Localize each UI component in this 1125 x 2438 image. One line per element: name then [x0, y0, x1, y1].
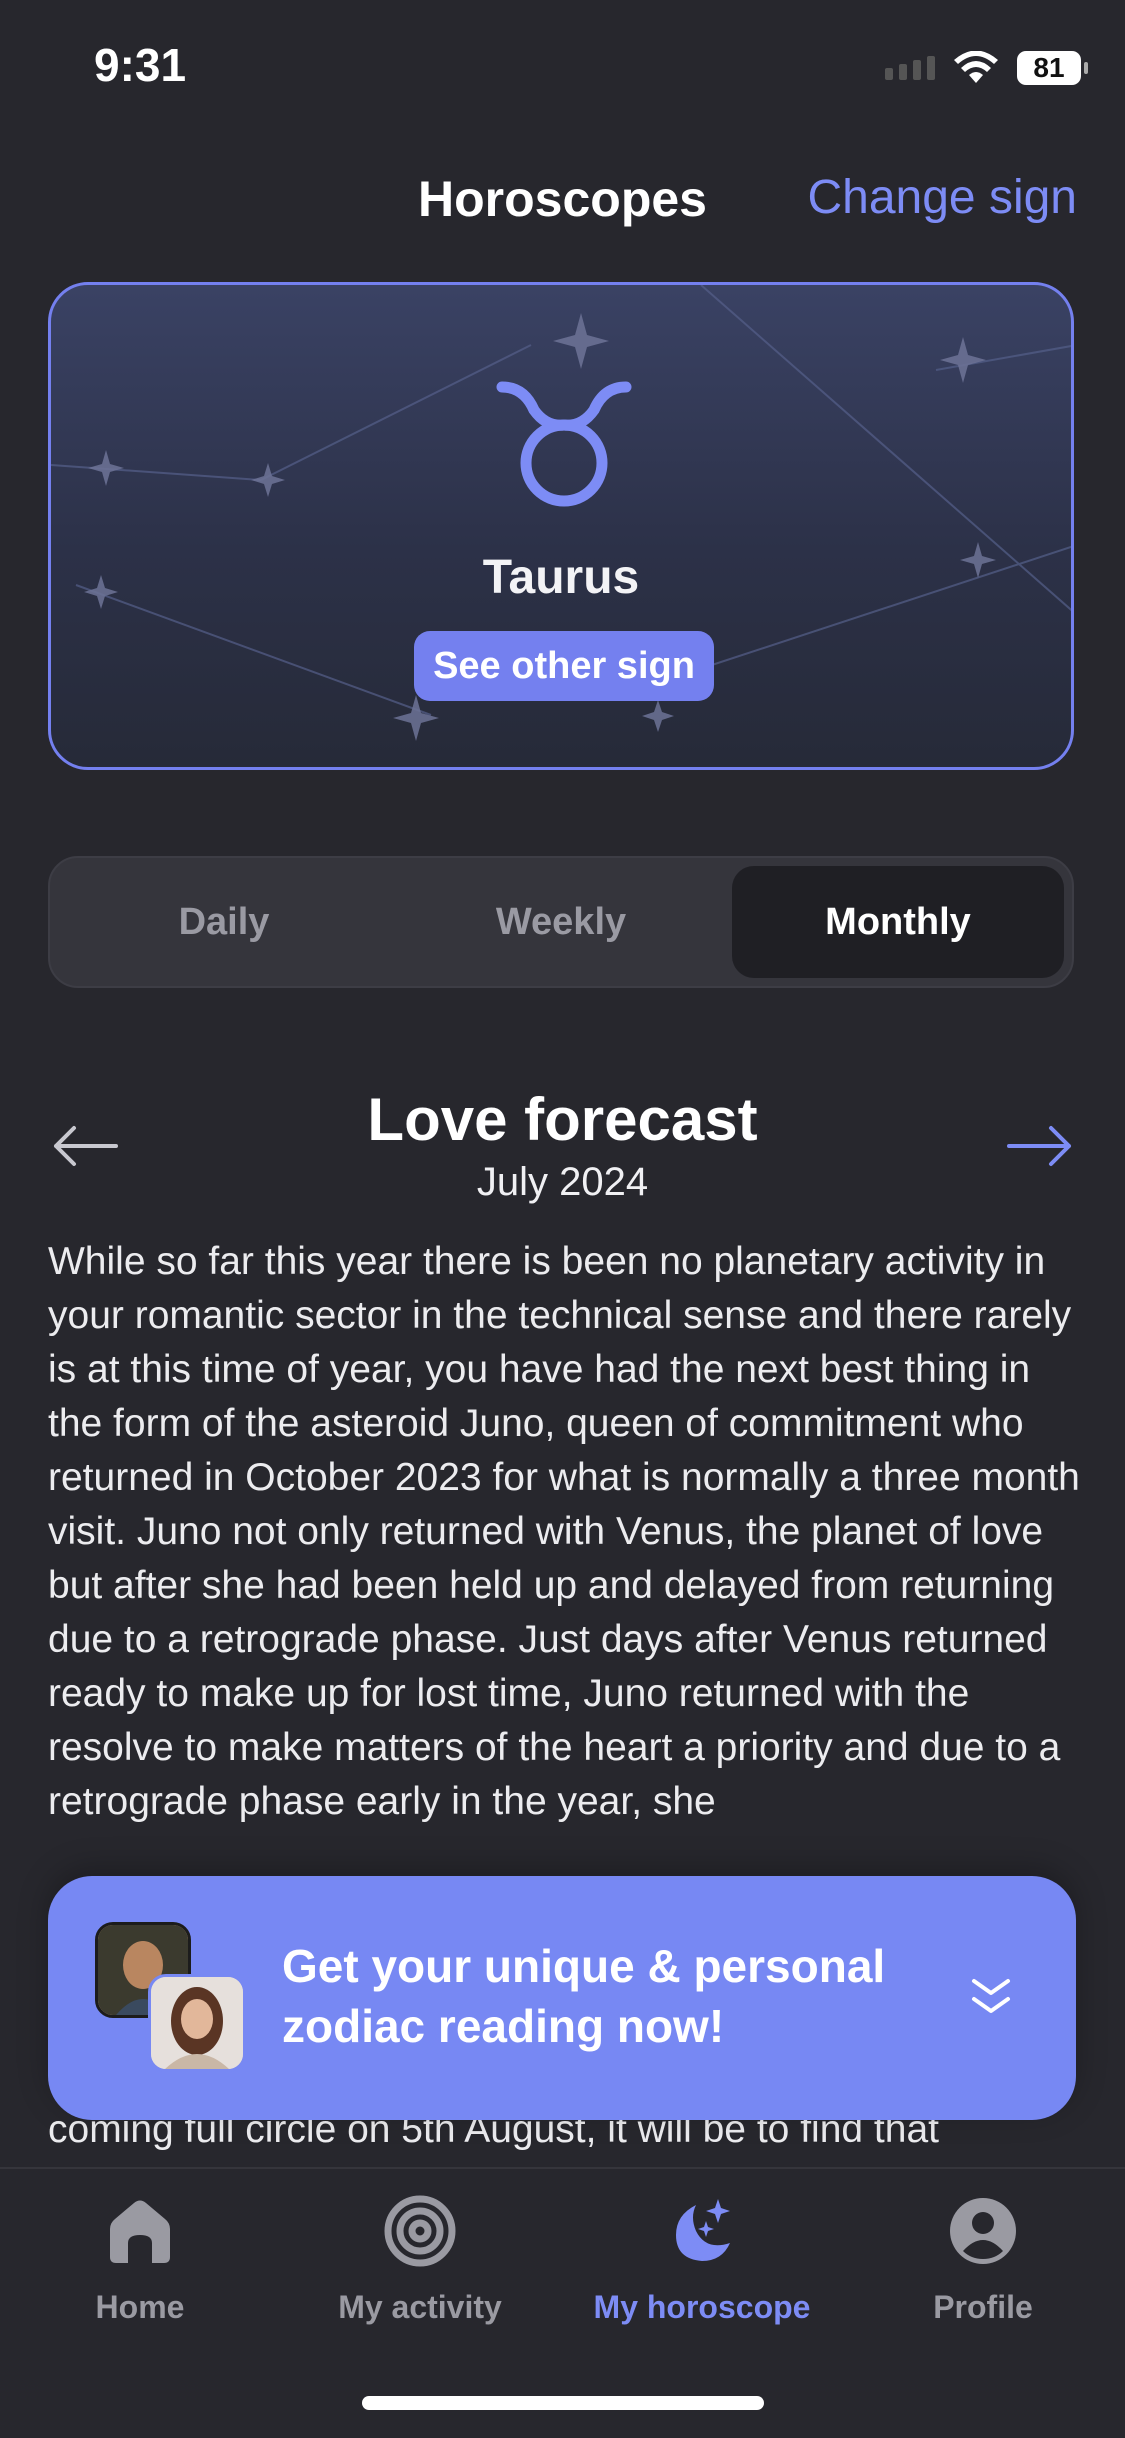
nav-item-my-activity[interactable]: My activity — [300, 2195, 540, 2326]
tab-weekly[interactable]: Weekly — [395, 866, 727, 978]
sign-card: Taurus See other sign — [48, 282, 1074, 770]
change-sign-link[interactable]: Change sign — [807, 170, 1077, 225]
moon-stars-icon — [676, 2199, 730, 2261]
chevron-double-down-icon[interactable] — [966, 1971, 1016, 2021]
period-tabs: Daily Weekly Monthly — [48, 856, 1074, 988]
home-indicator — [362, 2396, 764, 2410]
spiral-icon — [384, 2195, 456, 2267]
cellular-signal-icon — [885, 56, 935, 80]
wifi-icon — [954, 51, 998, 83]
tab-daily[interactable]: Daily — [58, 866, 390, 978]
forecast-date: July 2024 — [476, 1160, 649, 1204]
arrow-right-icon[interactable] — [1005, 1124, 1075, 1168]
battery-icon: 81 — [1017, 51, 1088, 85]
tab-monthly[interactable]: Monthly — [732, 866, 1064, 978]
avatar — [148, 1974, 246, 2072]
promo-text: Get your unique & personal zodiac readin… — [282, 1940, 886, 2052]
see-other-sign-button[interactable]: See other sign — [414, 631, 714, 701]
sign-name: Taurus — [482, 551, 640, 604]
nav-item-profile[interactable]: Profile — [863, 2195, 1103, 2326]
nav-item-home[interactable]: Home — [20, 2195, 260, 2326]
promo-banner[interactable]: Get your unique & personal zodiac readin… — [48, 1876, 1076, 2120]
status-time: 9:31 — [94, 39, 187, 91]
forecast-title: Love forecast — [367, 1086, 758, 1153]
nav-item-my-horoscope[interactable]: My horoscope — [582, 2195, 822, 2326]
taurus-icon — [496, 381, 632, 507]
profile-icon — [950, 2198, 1016, 2264]
home-icon — [110, 2200, 170, 2263]
status-icons: 81 — [885, 48, 1088, 88]
